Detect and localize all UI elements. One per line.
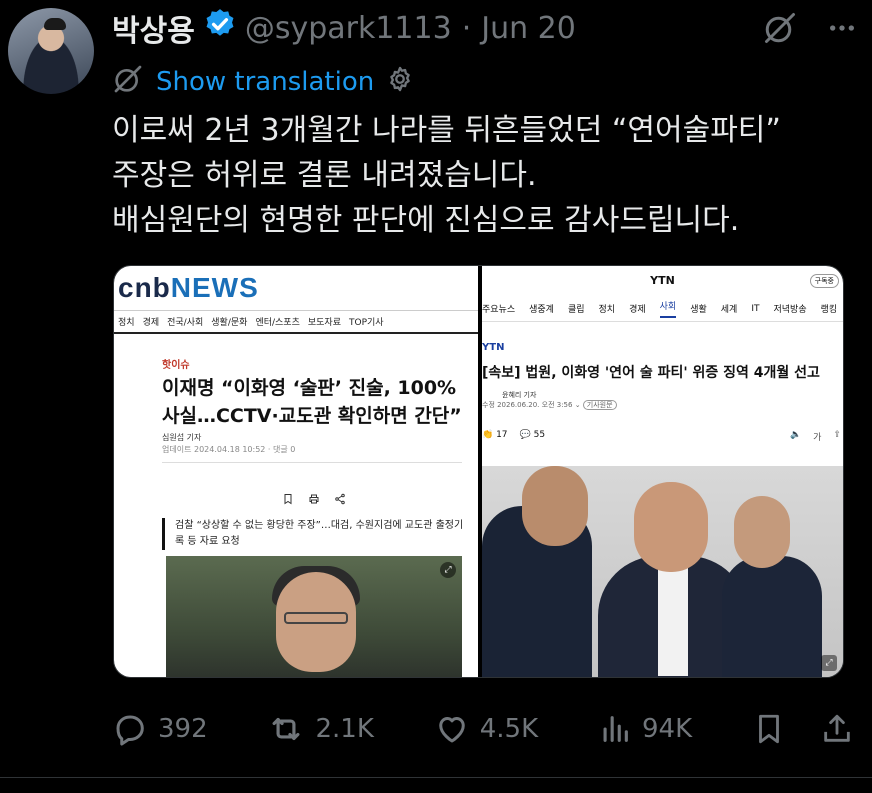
expand-icon: ⤢ xyxy=(821,655,837,671)
share-icon xyxy=(334,490,346,509)
tweet-media: cnbNEWS 정치 경제 전국/사회 생활/문화 엔터/스포츠 보도자료 TO… xyxy=(113,265,844,678)
ytn-comment-count: 💬 55 xyxy=(519,430,546,440)
like-count: 4.5K xyxy=(479,714,539,744)
cnb-nav-item: 생활/문화 xyxy=(211,318,248,328)
cnb-summary: 검찰 “상상할 수 없는 황당한 주장”…대검, 수원지검에 교도관 출정기록 … xyxy=(162,518,468,550)
translation-row: Show translation xyxy=(112,64,414,100)
print-icon xyxy=(308,490,320,509)
ytn-tools: 🔈 가 ⇪ xyxy=(790,430,841,443)
cnb-nav-item: 전국/사회 xyxy=(167,318,204,328)
ytn-article-title: [속보] 법원, 이화영 '연어 술 파티' 위증 징역 4개월 선고 xyxy=(482,365,820,381)
cnb-nav-item: 정치 xyxy=(118,318,135,328)
media-image-cnb-article[interactable]: cnbNEWS 정치 경제 전국/사회 생활/문화 엔터/스포츠 보도자료 TO… xyxy=(114,266,478,677)
ytn-nav-item-active: 사회 xyxy=(659,299,677,318)
audio-icon: 🔈 xyxy=(789,430,802,440)
grok-translate-icon xyxy=(112,63,144,102)
tweet-bottom-divider xyxy=(0,777,872,778)
tweet-text: 이로써 2년 3개월간 나라를 뒤흔들었던 “연어술파티” 주장은 허위로 결론… xyxy=(112,108,852,243)
ytn-nav-item: 클립 xyxy=(567,305,585,315)
translation-settings-gear-icon[interactable] xyxy=(386,65,414,100)
ytn-nav-bar: 주요뉴스 생중계 클립 정치 경제 사회 생활 세계 IT 저녁방송 랭킹 xyxy=(482,296,843,322)
tweet-text-line-2: 주장은 허위로 결론 내려졌습니다. xyxy=(112,158,537,193)
ytn-nav-item: 랭킹 xyxy=(820,305,838,315)
ytn-nav-item: IT xyxy=(751,303,760,314)
cnb-nav-item: 경제 xyxy=(142,318,160,328)
separator: · xyxy=(461,10,472,46)
verified-badge-icon xyxy=(203,7,237,49)
author-avatar[interactable] xyxy=(8,8,94,94)
tweet-date[interactable]: Jun 20 xyxy=(481,11,576,46)
ytn-nav-item: 생활 xyxy=(690,305,707,315)
cnb-news-logo: cnbNEWS xyxy=(118,272,259,303)
more-options-icon[interactable] xyxy=(826,12,858,44)
ytn-reporter: 윤혜리 기자 xyxy=(502,391,537,399)
reply-button[interactable]: 392 xyxy=(112,711,208,747)
cnb-nav-item: 보도자료 xyxy=(307,318,341,328)
expand-icon: ⤢ xyxy=(440,562,456,578)
like-button[interactable]: 4.5K xyxy=(434,711,538,747)
share-icon[interactable] xyxy=(820,712,854,746)
divider xyxy=(162,462,462,463)
secondary-actions xyxy=(752,712,854,746)
ytn-nav-item: 세계 xyxy=(720,305,738,315)
ytn-nav-item: 정치 xyxy=(598,305,616,315)
heart-icon xyxy=(434,711,470,747)
tweet-action-bar: 392 2.1K 4.5K 94K xyxy=(112,704,854,754)
bookmark-icon[interactable] xyxy=(752,712,786,746)
show-translation-link[interactable]: Show translation xyxy=(156,67,374,97)
reply-icon xyxy=(112,711,148,747)
ytn-subscribe-badge: 구독중 xyxy=(809,274,839,288)
tweet-top-actions xyxy=(762,10,872,46)
reply-count: 392 xyxy=(158,714,208,744)
author-handle[interactable]: @sypark1113 xyxy=(245,11,452,46)
ytn-nav-item: 주요뉴스 xyxy=(482,305,516,315)
article-photo: ⤢ xyxy=(166,556,462,677)
ytn-nav-item: 저녁방송 xyxy=(773,305,807,315)
repost-button[interactable]: 2.1K xyxy=(267,710,374,748)
ytn-nav-item: 경제 xyxy=(629,305,646,315)
ytn-article-photo: ⤢ xyxy=(482,466,843,677)
cnb-nav-bar: 정치 경제 전국/사회 생활/문화 엔터/스포츠 보도자료 TOP기사 xyxy=(114,310,478,334)
ytn-nav-item: 생중계 xyxy=(529,305,554,315)
ytn-date: 수정 2026.06.20. 오전 3:56 ⌄ 기사원문 xyxy=(482,400,617,410)
cnb-updated: 업데이트 2024.04.18 10:52 · 댓글 0 xyxy=(162,445,296,454)
ytn-brand: YTN xyxy=(482,342,505,353)
views-chart-icon xyxy=(598,712,632,746)
ytn-header-title: YTN xyxy=(650,274,675,287)
views-count: 94K xyxy=(641,714,693,744)
repost-count: 2.1K xyxy=(315,714,374,744)
ytn-like-count: 👏 17 xyxy=(482,430,508,440)
cnb-nav-item: 엔터/스포츠 xyxy=(255,318,300,328)
cnb-reporter: 심원섭 기자 xyxy=(162,433,202,442)
ytn-reactions: 👏 17 💬 55 xyxy=(482,430,545,440)
font-size-icon: 가 xyxy=(813,433,822,443)
grok-icon[interactable] xyxy=(762,10,798,46)
tweet-header: 박상용 @sypark1113 · Jun 20 xyxy=(112,6,576,50)
article-tag: 핫이슈 xyxy=(162,360,190,371)
cnb-article-title: 이재명 “이화영 ‘술판’ 진술, 100% 사실…CCTV·교도관 확인하면 … xyxy=(162,377,462,427)
bookmark-icon xyxy=(282,490,294,509)
share-icon: ⇪ xyxy=(833,430,841,440)
cnb-article-tools xyxy=(282,490,346,509)
tweet-text-line-1: 이로써 2년 3개월간 나라를 뒤흔들었던 “연어술파티” xyxy=(112,113,781,148)
media-image-ytn-article[interactable]: YTN 구독중 주요뉴스 생중계 클립 정치 경제 사회 생활 세계 IT 저녁… xyxy=(482,266,843,677)
cnb-nav-item: TOP기사 xyxy=(349,318,384,328)
repost-icon xyxy=(267,710,305,748)
tweet-text-line-3: 배심원단의 현명한 판단에 진심으로 감사드립니다. xyxy=(112,203,740,238)
views-button[interactable]: 94K xyxy=(598,712,692,746)
author-name[interactable]: 박상용 xyxy=(112,6,195,50)
